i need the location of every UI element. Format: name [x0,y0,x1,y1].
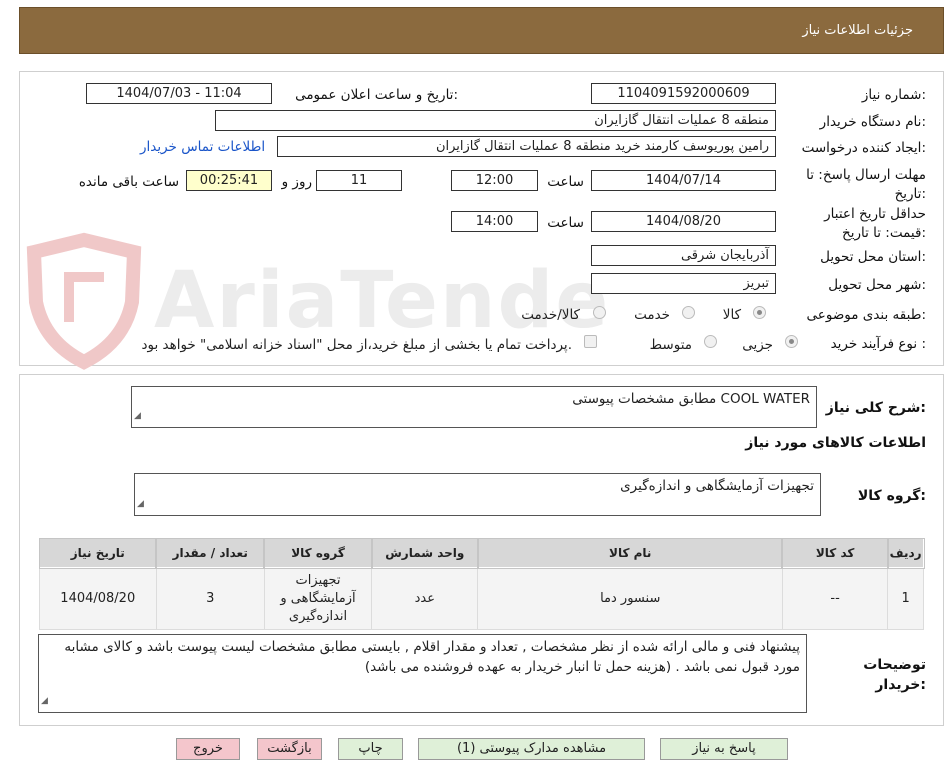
col-row-number: ردیف [886,537,925,569]
category-option-both: کالا/خدمت [521,307,580,323]
items-table: ردیف کد کالا نام کالا واحد شمارش گروه کا… [38,537,925,630]
category-label: طبقه بندی موضوعی: [806,307,926,323]
exit-button[interactable]: خروج [176,738,240,760]
need-number-field: 1104091592000609 [591,83,776,104]
treasury-payment-checkbox[interactable] [584,335,597,348]
col-item-name: نام کالا [476,537,784,569]
page-header: جزئیات اطلاعات نیاز [19,7,944,54]
col-quantity: تعداد / مقدار [155,537,266,569]
province-field: آذربایجان شرقی [591,245,776,266]
validity-label: حداقل تاریخ اعتبار قیمت: تا تاریخ: [824,206,926,241]
category-radio-both[interactable] [593,306,606,319]
category-option-goods: کالا [722,307,741,323]
buyer-contact-link[interactable]: اطلاعات تماس خریدار [140,139,265,155]
col-item-group: گروه کالا [263,537,373,569]
resize-grip-icon[interactable]: ◢ [41,691,48,711]
goods-group-label: گروه کالا: [857,488,926,504]
days-field: 11 [316,170,402,191]
treasury-payment-note: پرداخت تمام یا بخشی از مبلغ خرید،از محل … [141,337,572,353]
cell-quantity: 3 [155,567,265,630]
deadline-time-field: 12:00 [451,170,538,191]
buyer-org-label: نام دستگاه خریدار: [819,114,926,130]
resize-grip-icon[interactable]: ◢ [134,406,141,426]
col-need-date: تاریخ نیاز [38,537,158,569]
print-button[interactable]: چاپ [338,738,403,760]
col-item-code: کد کالا [781,537,889,569]
cell-need-date: 1404/08/20 [39,567,157,630]
process-label: نوع فرآیند خرید : [830,336,926,352]
buyer-notes-label: توضیحات خریدار: [863,657,926,693]
validity-time-label: ساعت [547,215,584,231]
need-number-label: شماره نیاز: [861,87,926,103]
items-section-title: اطلاعات کالاهای مورد نیاز [745,435,926,451]
creator-field: رامین پوریوسف کارمند خرید منطقه 8 عملیات… [277,136,776,157]
buyer-notes-text: پیشنهاد فنی و مالی ارائه شده از نظر مشخص… [64,639,800,675]
summary-text: COOL WATER مطابق مشخصات پیوستی [572,391,810,407]
cell-unit: عدد [371,567,479,630]
process-option-medium: متوسط [649,337,692,353]
view-attachments-button[interactable]: مشاهده مدارک پیوستی (1) [418,738,645,760]
remaining-time-field: 00:25:41 [186,170,272,191]
category-option-service: خدمت [634,307,670,323]
process-option-minor: جزیی [742,337,773,353]
page-title: جزئیات اطلاعات نیاز [802,23,913,38]
resize-grip-icon[interactable]: ◢ [137,494,144,514]
validity-date-field: 1404/08/20 [591,211,776,232]
cell-row-number: 1 [887,567,924,630]
goods-group-text: تجهیزات آزمایشگاهی و اندازه‌گیری [620,478,814,494]
table-row: 1 -- سنسور دما عدد تجهیزات آزمایشگاهی و … [39,567,924,630]
city-field: تبریز [591,273,776,294]
buyer-org-field: منطقه 8 عملیات انتقال گازایران [215,110,776,131]
city-label: شهر محل تحویل: [828,277,926,293]
back-button[interactable]: بازگشت [257,738,322,760]
category-radio-service[interactable] [682,306,695,319]
deadline-time-label: ساعت [547,174,584,190]
process-radio-minor[interactable] [785,335,798,348]
col-unit: واحد شمارش [370,537,479,569]
summary-textarea[interactable]: COOL WATER مطابق مشخصات پیوستی ◢ [131,386,817,428]
validity-time-field: 14:00 [451,211,538,232]
cell-item-name: سنسور دما [477,567,783,630]
deadline-date-field: 1404/07/14 [591,170,776,191]
creator-label: ایجاد کننده درخواست: [801,140,926,156]
table-header-row: ردیف کد کالا نام کالا واحد شمارش گروه کا… [38,537,925,569]
deadline-label: مهلت ارسال پاسخ: تا تاریخ: [806,167,926,202]
respond-button[interactable]: پاسخ به نیاز [660,738,788,760]
remaining-label: ساعت باقی مانده [78,174,179,190]
goods-group-textarea[interactable]: تجهیزات آزمایشگاهی و اندازه‌گیری ◢ [134,473,821,516]
announce-field: 1404/07/03 - 11:04 [86,83,272,104]
announce-label: تاریخ و ساعت اعلان عمومی: [295,87,458,103]
days-label: روز و [281,174,312,190]
province-label: استان محل تحویل: [820,249,926,265]
cell-item-code: -- [781,567,889,630]
category-radio-goods[interactable] [753,306,766,319]
process-radio-medium[interactable] [704,335,717,348]
summary-label: شرح کلی نیاز: [825,400,926,416]
buyer-notes-textarea[interactable]: پیشنهاد فنی و مالی ارائه شده از نظر مشخص… [38,634,807,713]
cell-item-group: تجهیزات آزمایشگاهی و اندازه‌گیری [263,567,373,630]
